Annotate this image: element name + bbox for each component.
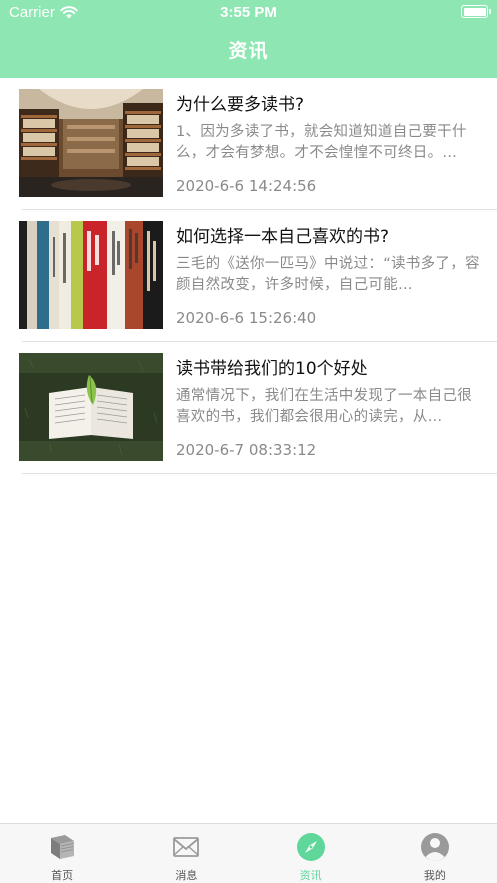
battery-icon: [461, 5, 491, 18]
tab-bar: 首页 消息 资讯 我的: [0, 823, 497, 883]
tab-label: 资讯: [299, 869, 322, 882]
article-summary: 通常情况下，我们在生活中发现了一本自己很喜欢的书，我们都会很用心的读完，从…: [176, 388, 472, 425]
tab-news[interactable]: 资讯: [249, 824, 373, 883]
article-date: 2020-6-6 14:24:56: [176, 177, 317, 195]
article-date: 2020-6-6 15:26:40: [176, 309, 317, 327]
open-book-on-grass-photo: [19, 353, 163, 461]
article-summary: 1、因为多读了书，就会知道知道自己要干什么，才会有梦想。才不会惶惶不可终日。…: [176, 124, 467, 161]
divider: [22, 473, 497, 474]
article-item[interactable]: 为什么要多读书? 1、因为多读了书，就会知道知道自己要干什么，才会有梦想。才不会…: [0, 78, 497, 210]
status-time: 3:55 PM: [220, 4, 277, 21]
tab-home[interactable]: 首页: [0, 824, 124, 883]
article-list: 为什么要多读书? 1、因为多读了书，就会知道知道自己要干什么，才会有梦想。才不会…: [0, 78, 497, 474]
article-title: 为什么要多读书?: [176, 95, 305, 115]
article-thumbnail: [19, 221, 163, 329]
envelope-icon: [173, 837, 200, 857]
compass-icon: [296, 833, 325, 861]
tab-label: 我的: [423, 869, 446, 882]
tab-label: 首页: [51, 869, 74, 882]
page-title: 资讯: [228, 40, 269, 62]
article-summary: 三毛的《送你一匹马》中说过：“读书多了，容颜自然改变，许多时候，自己可能…: [176, 256, 480, 293]
tab-label: 消息: [175, 869, 198, 882]
status-bar: Carrier 3:55 PM: [0, 0, 497, 26]
book-icon: [51, 835, 75, 859]
article-title: 如何选择一本自己喜欢的书?: [176, 227, 390, 247]
book-spines-photo: [19, 221, 163, 329]
tab-profile[interactable]: 我的: [373, 824, 497, 883]
article-date: 2020-6-7 08:33:12: [176, 441, 317, 459]
library-interior-photo: [19, 89, 163, 197]
article-item[interactable]: 如何选择一本自己喜欢的书? 三毛的《送你一匹马》中说过：“读书多了，容颜自然改变…: [0, 210, 497, 342]
article-thumbnail: [19, 353, 163, 461]
header: Carrier 3:55 PM 资讯: [0, 0, 497, 78]
person-icon: [420, 833, 449, 861]
article-item[interactable]: 读书带给我们的10个好处 通常情况下，我们在生活中发现了一本自己很喜欢的书，我们…: [0, 342, 497, 474]
tab-messages[interactable]: 消息: [124, 824, 248, 883]
article-title: 读书带给我们的10个好处: [176, 359, 368, 379]
screen: Carrier 3:55 PM 资讯 为什么要多读书? 1、因为多读了书，就会知…: [0, 0, 497, 883]
article-thumbnail: [19, 89, 163, 197]
